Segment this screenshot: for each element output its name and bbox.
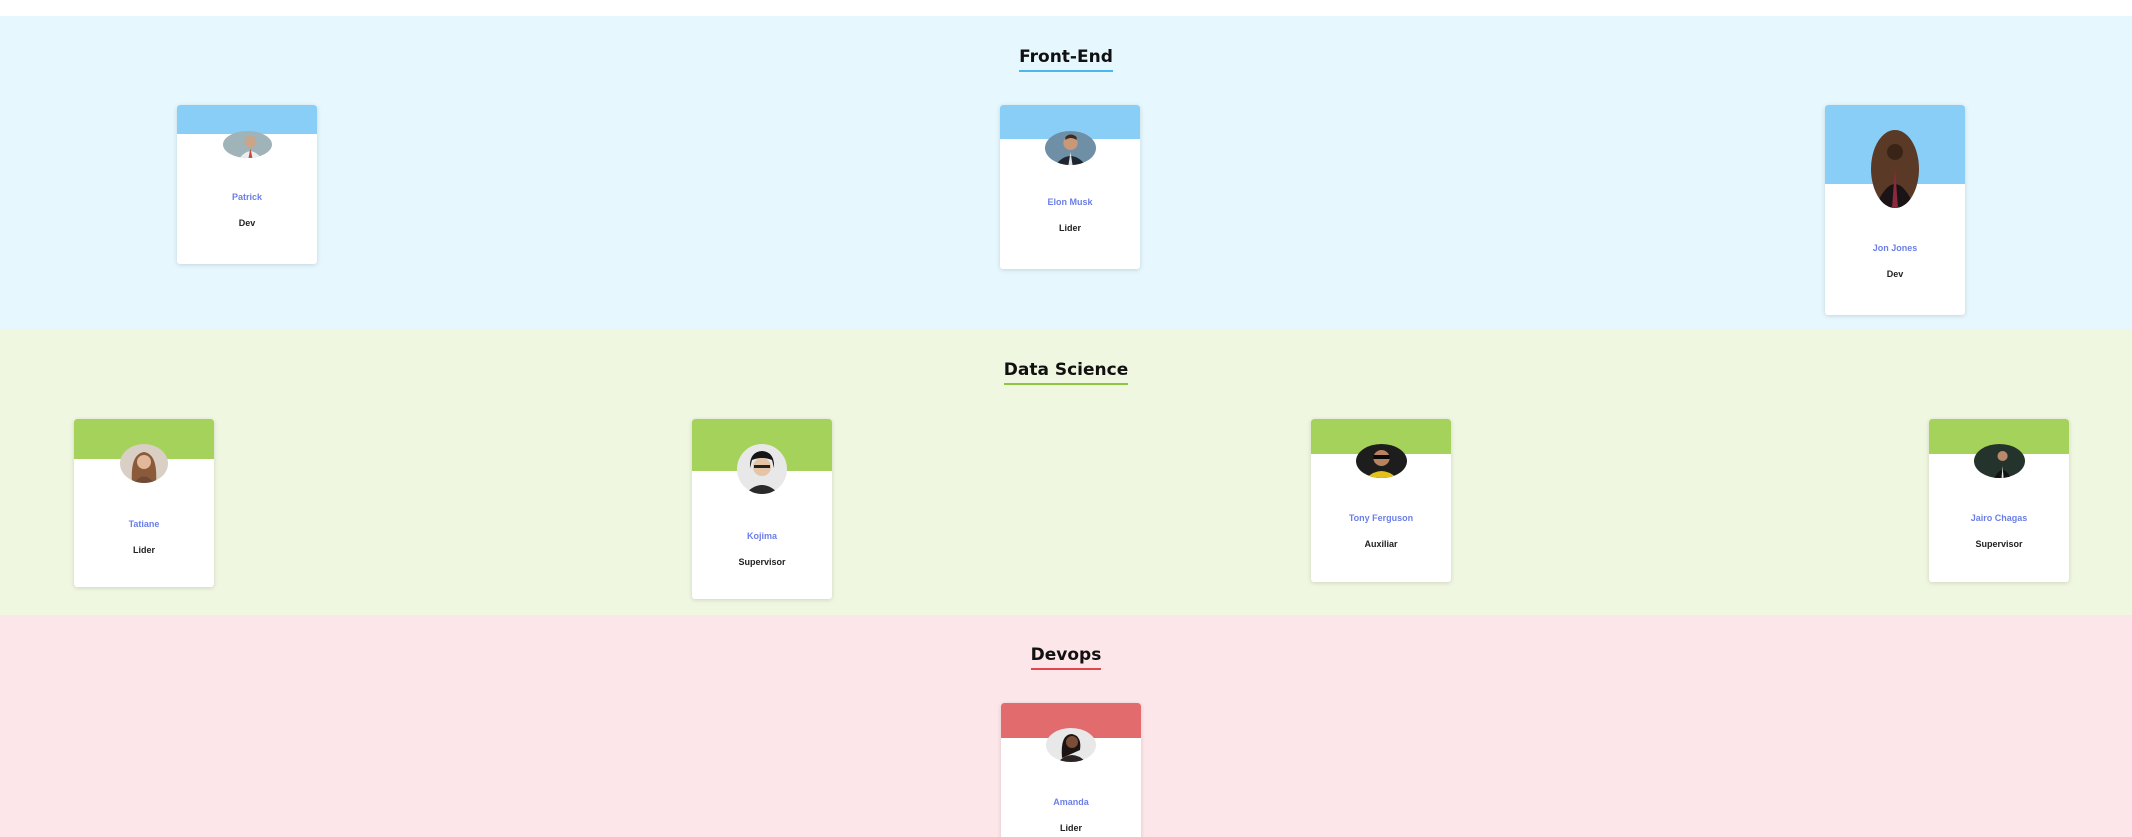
avatar (1356, 444, 1407, 478)
avatar (1871, 130, 1919, 208)
member-card[interactable]: Elon Musk Lider (1000, 105, 1140, 269)
member-name: Patrick (231, 192, 263, 202)
member-card[interactable]: Amanda Lider (1001, 703, 1141, 837)
section-devops: Devops Amanda Lider (0, 615, 2132, 837)
member-name: Tony Ferguson (1348, 513, 1414, 523)
member-card[interactable]: Tatiane Lider (74, 419, 214, 587)
member-role: Dev (1886, 269, 1904, 279)
member-card[interactable]: Kojima Supervisor (692, 419, 832, 599)
avatar (1045, 131, 1096, 165)
avatar (120, 444, 168, 483)
member-role: Auxiliar (1364, 539, 1398, 549)
section-title: Data Science (0, 360, 2132, 385)
avatar (1046, 728, 1096, 762)
member-name: Kojima (746, 531, 777, 541)
member-name: Amanda (1053, 797, 1089, 807)
member-role: Supervisor (1975, 539, 2023, 549)
member-card[interactable]: Tony Ferguson Auxiliar (1311, 419, 1451, 582)
team-page: Front-End Patrick Dev Elon Musk Lider Jo… (0, 0, 2132, 837)
card-header (177, 105, 317, 134)
section-title: Front-End (0, 47, 2132, 72)
section-front-end: Front-End Patrick Dev Elon Musk Lider Jo… (0, 16, 2132, 329)
member-card[interactable]: Patrick Dev (177, 105, 317, 264)
member-card[interactable]: Jon Jones Dev (1825, 105, 1965, 315)
member-role: Supervisor (738, 557, 786, 567)
member-role: Lider (1059, 823, 1082, 833)
member-name: Jairo Chagas (1970, 513, 2028, 523)
member-name: Elon Musk (1047, 197, 1093, 207)
member-name: Jon Jones (1872, 243, 1918, 253)
section-data-science: Data Science Tatiane Lider Kojima Superv… (0, 329, 2132, 615)
member-role: Lider (1058, 223, 1081, 233)
avatar (737, 444, 787, 494)
member-card[interactable]: Jairo Chagas Supervisor (1929, 419, 2069, 582)
section-title: Devops (0, 645, 2132, 670)
avatar (1974, 444, 2025, 478)
member-role: Dev (238, 218, 256, 228)
member-role: Lider (132, 545, 155, 555)
member-name: Tatiane (128, 519, 160, 529)
avatar (223, 131, 272, 158)
